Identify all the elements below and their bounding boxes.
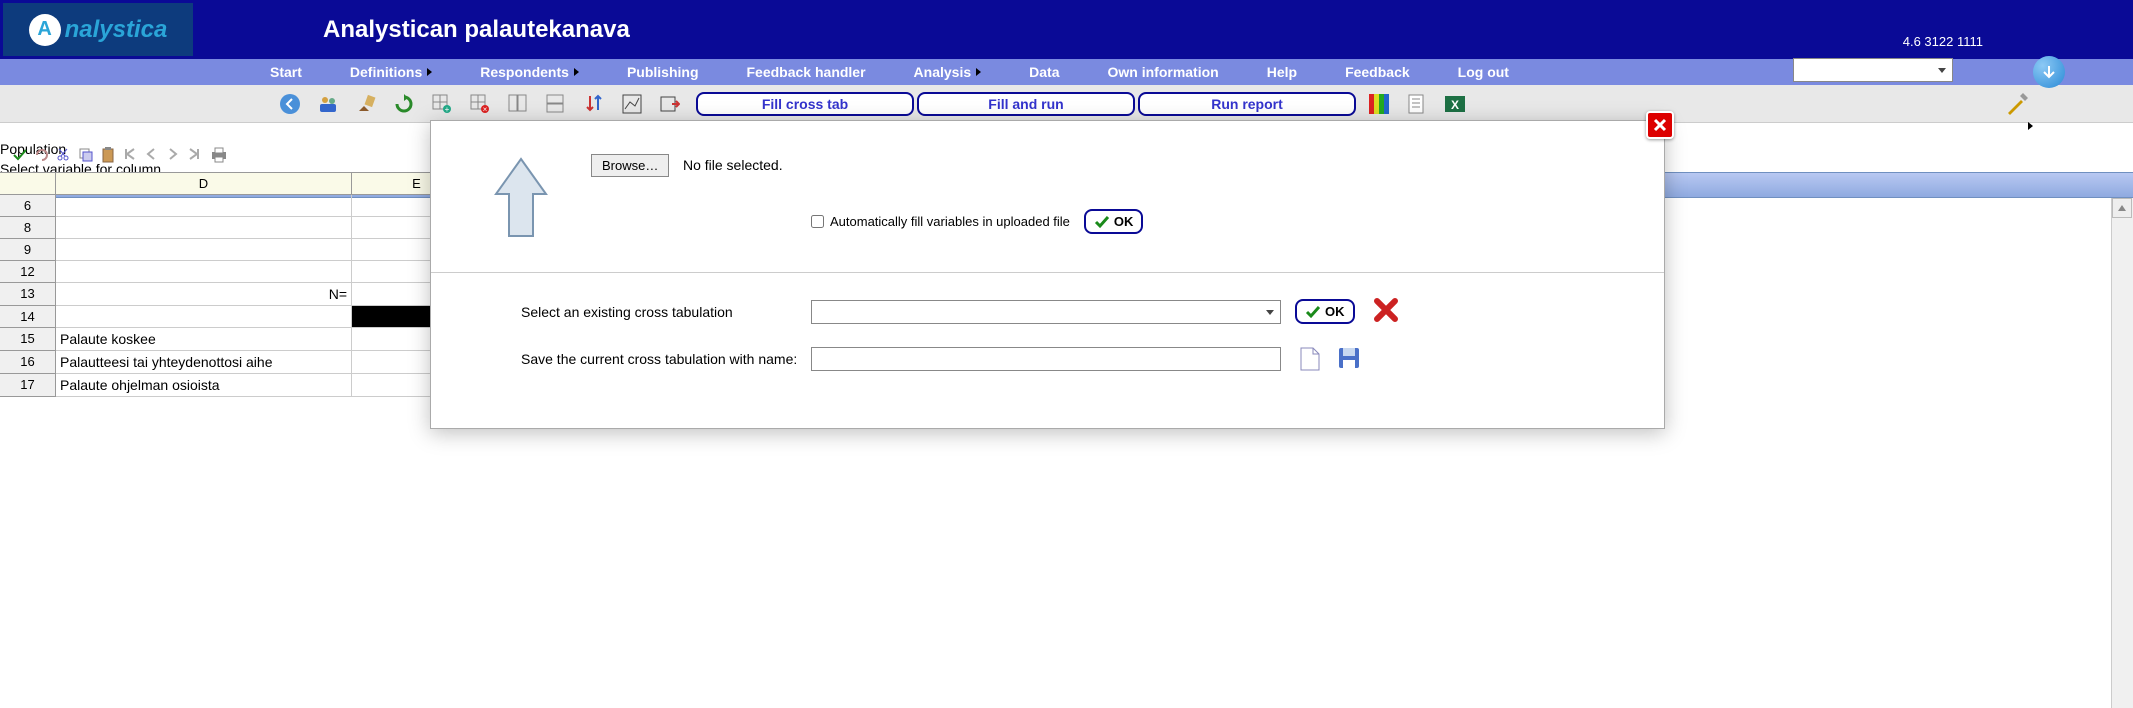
- row-header[interactable]: 17: [0, 374, 56, 397]
- grid1-icon[interactable]: [506, 92, 530, 116]
- svg-text:×: ×: [483, 105, 488, 114]
- select-existing-label: Select an existing cross tabulation: [521, 304, 811, 320]
- next-icon[interactable]: [166, 147, 182, 163]
- row-header[interactable]: 8: [0, 217, 56, 239]
- cell[interactable]: [56, 306, 352, 328]
- modal-close-button[interactable]: [1646, 111, 1674, 139]
- cell[interactable]: [56, 195, 352, 217]
- nav-publishing[interactable]: Publishing: [627, 64, 699, 80]
- delete-crosstab-button[interactable]: [1373, 297, 1399, 326]
- nav-logout[interactable]: Log out: [1458, 64, 1509, 80]
- paste-icon[interactable]: [100, 147, 116, 163]
- print-icon[interactable]: [210, 147, 226, 163]
- nav-feedback-handler[interactable]: Feedback handler: [747, 64, 866, 80]
- table-remove-icon[interactable]: ×: [468, 92, 492, 116]
- copy-icon[interactable]: [78, 147, 94, 163]
- tools-icon[interactable]: [2003, 90, 2033, 120]
- save-name-label: Save the current cross tabulation with n…: [521, 351, 811, 367]
- svg-text:X: X: [1451, 98, 1459, 112]
- cell[interactable]: [56, 239, 352, 261]
- nav-data[interactable]: Data: [1029, 64, 1059, 80]
- row-header[interactable]: 6: [0, 195, 56, 217]
- row-header[interactable]: 9: [0, 239, 56, 261]
- cell[interactable]: Palautteesi tai yhteydenottosi aihe: [56, 351, 352, 374]
- dropdown-arrow-icon: [976, 68, 981, 76]
- row-header[interactable]: 14: [0, 306, 56, 328]
- first-icon[interactable]: [122, 147, 138, 163]
- nav-respondents[interactable]: Respondents: [480, 64, 579, 80]
- row-header[interactable]: 12: [0, 261, 56, 283]
- upload-modal: Browse… No file selected. Automatically …: [430, 120, 1665, 429]
- chart-icon[interactable]: [620, 92, 644, 116]
- dropdown-arrow-icon: [427, 68, 432, 76]
- scroll-up-button[interactable]: [2112, 198, 2132, 218]
- save-name-input[interactable]: [811, 347, 1281, 371]
- toolbar: + × Fill cross tab Fill and run Run repo…: [0, 85, 2133, 123]
- cell[interactable]: [56, 261, 352, 283]
- browse-button[interactable]: Browse…: [591, 154, 669, 177]
- existing-crosstab-select[interactable]: [811, 300, 1281, 324]
- nav-help[interactable]: Help: [1267, 64, 1297, 80]
- cell[interactable]: [56, 217, 352, 239]
- app-title: Analystican palautekanava: [323, 16, 630, 44]
- dropdown-arrow-icon: [574, 68, 579, 76]
- column-header-D[interactable]: D: [56, 173, 352, 195]
- auto-fill-label: Automatically fill variables in uploaded…: [830, 214, 1070, 229]
- row-header[interactable]: 15: [0, 328, 56, 351]
- version-label: 4.6 3122 1111: [1903, 34, 1983, 49]
- row-header[interactable]: 13: [0, 283, 56, 306]
- fill-cross-tab-button[interactable]: Fill cross tab: [696, 92, 914, 116]
- check-icon[interactable]: [12, 147, 28, 163]
- nav-start[interactable]: Start: [270, 64, 302, 80]
- new-doc-icon[interactable]: [1299, 346, 1325, 372]
- logo-a-icon: A: [29, 14, 61, 46]
- corner-cell: [0, 173, 56, 195]
- grid2-icon[interactable]: [544, 92, 568, 116]
- spreadsheet-toolbar: [12, 147, 226, 163]
- prev-icon[interactable]: [144, 147, 160, 163]
- nav-feedback[interactable]: Feedback: [1345, 64, 1410, 80]
- logo: Analystica: [3, 3, 193, 56]
- fill-and-run-button[interactable]: Fill and run: [917, 92, 1135, 116]
- doc-icon[interactable]: [1405, 92, 1429, 116]
- ok-upload-button[interactable]: OK: [1084, 209, 1144, 234]
- column-variable-dropdown[interactable]: [1793, 58, 1953, 82]
- last-icon[interactable]: [188, 147, 204, 163]
- run-report-button[interactable]: Run report: [1138, 92, 1356, 116]
- row-header[interactable]: 16: [0, 351, 56, 374]
- nav-analysis[interactable]: Analysis: [914, 64, 982, 80]
- sort-icon[interactable]: [582, 92, 606, 116]
- refresh-icon[interactable]: [392, 92, 416, 116]
- cell[interactable]: Palaute ohjelman osioista: [56, 374, 352, 397]
- users-icon[interactable]: [316, 92, 340, 116]
- cell[interactable]: Palaute koskee: [56, 328, 352, 351]
- cut-icon[interactable]: [56, 147, 72, 163]
- back-icon[interactable]: [278, 92, 302, 116]
- header-bar: Analystica Analystican palautekanava 4.6…: [0, 0, 2133, 59]
- export-icon[interactable]: [658, 92, 682, 116]
- excel-icon[interactable]: X: [1443, 92, 1467, 116]
- nav-definitions[interactable]: Definitions: [350, 64, 432, 80]
- rainbow-icon[interactable]: [1367, 92, 1391, 116]
- save-disk-icon[interactable]: [1337, 346, 1363, 372]
- undo-icon[interactable]: [34, 147, 50, 163]
- upload-arrow-icon: [491, 154, 551, 244]
- auto-fill-checkbox[interactable]: [811, 215, 824, 228]
- vertical-scrollbar[interactable]: [2111, 198, 2133, 708]
- download-arrow-button[interactable]: [2033, 56, 2065, 88]
- spreadsheet: D E 6 8 9 12 13N= 14 15Palaute koskee 16…: [0, 172, 482, 397]
- cell-n-label[interactable]: N=: [56, 283, 352, 306]
- table-add-icon[interactable]: +: [430, 92, 454, 116]
- brush-icon[interactable]: [354, 92, 378, 116]
- nav-own-info[interactable]: Own information: [1108, 64, 1219, 80]
- logo-text: nalystica: [65, 16, 168, 44]
- svg-text:+: +: [445, 105, 450, 114]
- ok-select-button[interactable]: OK: [1295, 299, 1355, 324]
- file-status-label: No file selected.: [683, 157, 783, 173]
